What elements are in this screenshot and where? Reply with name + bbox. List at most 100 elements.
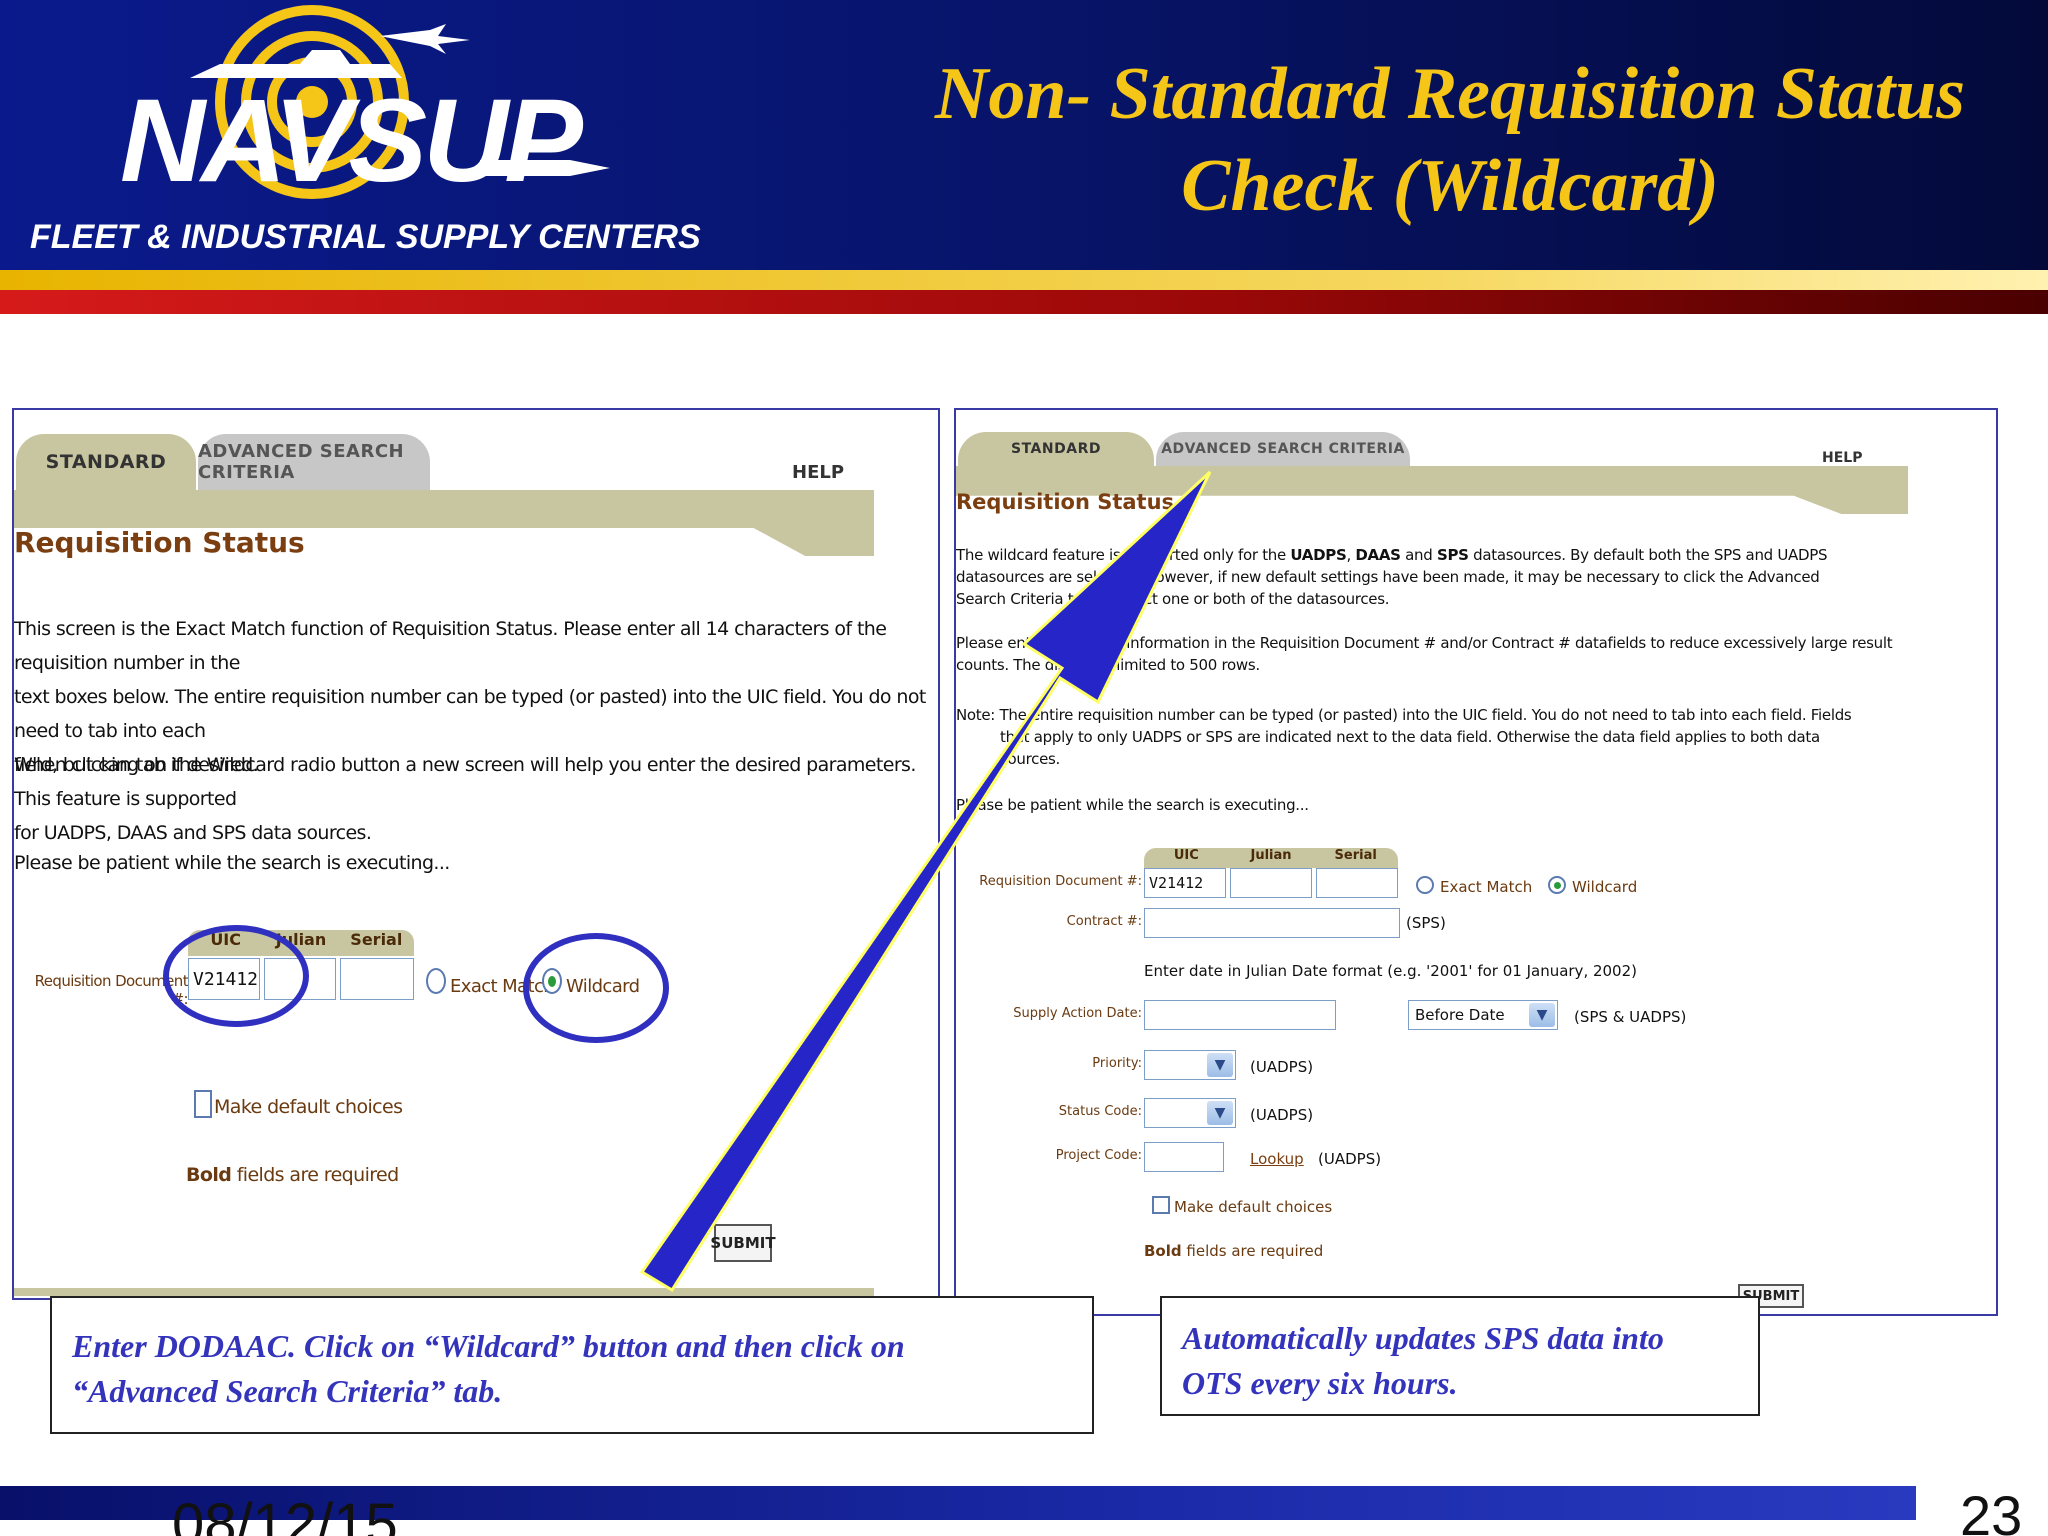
priority-label: Priority: bbox=[1092, 1056, 1142, 1071]
julian-input[interactable] bbox=[1230, 868, 1312, 898]
tab-standard[interactable]: STANDARD bbox=[16, 434, 196, 490]
wildcard-line: datasources are selected, however, if ne… bbox=[956, 568, 1820, 586]
exact-match-radio[interactable] bbox=[1416, 876, 1434, 894]
text-run-bold: DAAS bbox=[1355, 546, 1401, 564]
req-columns-header: UIC Julian Serial bbox=[188, 930, 414, 956]
uic-input[interactable]: V21412 bbox=[188, 958, 260, 1000]
project-code-input[interactable] bbox=[1144, 1142, 1224, 1172]
slide-title-line2: Check (Wildcard) bbox=[1181, 145, 1719, 227]
help-link[interactable]: HELP bbox=[1822, 450, 1862, 466]
col-julian: Julian bbox=[1250, 848, 1292, 863]
exact-match-radio[interactable] bbox=[426, 968, 446, 994]
slide-title-line1: Non- Standard Requisition Status bbox=[934, 53, 1966, 135]
note-line: that apply to only UADPS or SPS are indi… bbox=[1000, 728, 1820, 746]
exact-match-label: Exact Match bbox=[1440, 878, 1533, 896]
tab-advanced-search[interactable]: ADVANCED SEARCH CRITERIA bbox=[1156, 432, 1410, 466]
lookup-link[interactable]: Lookup bbox=[1250, 1150, 1304, 1168]
contract-sps-note: (SPS) bbox=[1406, 914, 1446, 932]
required-note: Bold fields are required bbox=[1144, 1242, 1323, 1260]
col-julian: Julian bbox=[275, 930, 327, 949]
wildcard-radio[interactable] bbox=[542, 968, 562, 994]
text-run: datasources. By default both the SPS and… bbox=[1468, 546, 1828, 564]
default-choices-checkbox[interactable] bbox=[194, 1090, 212, 1118]
intro-line: This screen is the Exact Match function … bbox=[14, 618, 887, 674]
help-link[interactable]: HELP bbox=[792, 462, 844, 483]
project-code-label: Project Code: bbox=[1055, 1148, 1142, 1163]
left-callout-line2: “Advanced Search Criteria” tab. bbox=[72, 1373, 503, 1409]
tab-bar bbox=[14, 490, 874, 516]
right-screenshot-panel: STANDARD ADVANCED SEARCH CRITERIA HELP R… bbox=[954, 408, 1998, 1316]
default-choices-label: Make default choices bbox=[1174, 1198, 1333, 1216]
col-uic: UIC bbox=[1173, 848, 1199, 863]
patience-text: Please be patient while the search is ex… bbox=[14, 852, 450, 874]
right-callout-line1: Automatically updates SPS data into bbox=[1182, 1320, 1664, 1356]
julian-date-hint: Enter date in Julian Date format (e.g. '… bbox=[1144, 962, 1638, 980]
priority-select[interactable]: ▼ bbox=[1144, 1050, 1236, 1080]
text-run-bold: UADPS bbox=[1290, 546, 1347, 564]
default-choices-checkbox[interactable] bbox=[1152, 1196, 1170, 1214]
page-number: 23 bbox=[1960, 1484, 2023, 1536]
additional-line: counts. The display is limited to 500 ro… bbox=[956, 656, 1260, 674]
wildcard-line: When clicking on the Wildcard radio butt… bbox=[14, 754, 916, 810]
status-code-select[interactable]: ▼ bbox=[1144, 1098, 1236, 1128]
note-paragraph: Note: The entire requisition number can … bbox=[956, 704, 1996, 770]
chevron-down-icon[interactable]: ▼ bbox=[1529, 1003, 1555, 1027]
default-choices-label: Make default choices bbox=[214, 1096, 403, 1118]
priority-uadps-note: (UADPS) bbox=[1250, 1058, 1314, 1076]
wildcard-label: Wildcard bbox=[1572, 878, 1638, 896]
intro-line: text boxes below. The entire requisition… bbox=[14, 686, 926, 742]
wildcard-paragraph: When clicking on the Wildcard radio butt… bbox=[14, 748, 934, 850]
status-uadps-note: (UADPS) bbox=[1250, 1106, 1314, 1124]
serial-input[interactable] bbox=[340, 958, 414, 1000]
right-callout-line2: OTS every six hours. bbox=[1182, 1365, 1458, 1401]
req-doc-label: Requisition Document #: bbox=[34, 972, 189, 1008]
supply-action-date-label: Supply Action Date: bbox=[1013, 1006, 1142, 1021]
footer-date: 08/12/15 bbox=[172, 1492, 398, 1536]
wildcard-label: Wildcard bbox=[566, 976, 640, 997]
requisition-status-title: Requisition Status bbox=[956, 490, 1175, 514]
tab-advanced-search[interactable]: ADVANCED SEARCH CRITERIA bbox=[198, 434, 430, 490]
uic-input[interactable]: V21412 bbox=[1144, 868, 1226, 898]
chevron-down-icon[interactable]: ▼ bbox=[1207, 1053, 1233, 1077]
req-columns-header: UIC Julian Serial bbox=[1144, 848, 1398, 868]
exact-match-label: Exact Match bbox=[450, 976, 555, 997]
right-callout-box: Automatically updates SPS data into OTS … bbox=[1160, 1296, 1760, 1416]
patience-text: Please be patient while the search is ex… bbox=[956, 796, 1309, 814]
tab-bar bbox=[956, 466, 1908, 486]
slide: NAVSUP FLEET & INDUSTRIAL SUPPLY CENTERS… bbox=[0, 0, 2048, 1536]
chevron-down-icon[interactable]: ▼ bbox=[1207, 1101, 1233, 1125]
wildcard-paragraph: The wildcard feature is supported only f… bbox=[956, 544, 1996, 610]
contract-input[interactable] bbox=[1144, 908, 1400, 938]
left-screenshot-panel: STANDARD ADVANCED SEARCH CRITERIA HELP R… bbox=[12, 408, 940, 1300]
serial-input[interactable] bbox=[1316, 868, 1398, 898]
col-serial: Serial bbox=[1334, 848, 1377, 863]
sps-uadps-note: (SPS & UADPS) bbox=[1574, 1008, 1687, 1026]
contract-label: Contract #: bbox=[1066, 914, 1142, 929]
required-bold-word: Bold bbox=[186, 1164, 232, 1186]
header-band: NAVSUP FLEET & INDUSTRIAL SUPPLY CENTERS… bbox=[0, 0, 2048, 270]
submit-button[interactable]: SUBMIT bbox=[710, 1224, 776, 1262]
julian-input[interactable] bbox=[264, 958, 336, 1000]
before-date-select[interactable]: Before Date ▼ bbox=[1408, 1000, 1558, 1030]
req-doc-label: Requisition Document #: bbox=[979, 874, 1142, 889]
left-callout-box: Enter DODAAC. Click on “Wildcard” button… bbox=[50, 1296, 1094, 1434]
red-stripe bbox=[0, 290, 2048, 314]
navsup-logo: NAVSUP bbox=[50, 0, 612, 215]
additional-line: Please enter additional information in t… bbox=[956, 634, 1893, 652]
gold-stripe bbox=[0, 270, 2048, 290]
supply-action-date-input[interactable] bbox=[1144, 1000, 1336, 1030]
wildcard-line: The wildcard feature is supported only f… bbox=[956, 544, 1996, 566]
wildcard-radio[interactable] bbox=[1548, 876, 1566, 894]
text-run: and bbox=[1400, 546, 1437, 564]
tab-standard[interactable]: STANDARD bbox=[958, 432, 1154, 466]
note-line: Note: The entire requisition number can … bbox=[956, 706, 1852, 724]
project-uadps-note: (UADPS) bbox=[1318, 1150, 1382, 1168]
header-subtitle: FLEET & INDUSTRIAL SUPPLY CENTERS bbox=[30, 218, 701, 256]
requisition-status-title: Requisition Status bbox=[14, 526, 305, 559]
col-uic: UIC bbox=[210, 930, 241, 949]
required-note: Bold fields are required bbox=[186, 1164, 399, 1186]
bottom-rule bbox=[14, 1288, 874, 1296]
slide-title: Non- Standard Requisition Status Check (… bbox=[860, 48, 2040, 232]
wildcard-line: Search Criteria tab to select one or bot… bbox=[956, 590, 1390, 608]
text-run: The wildcard feature is supported only f… bbox=[956, 546, 1291, 564]
